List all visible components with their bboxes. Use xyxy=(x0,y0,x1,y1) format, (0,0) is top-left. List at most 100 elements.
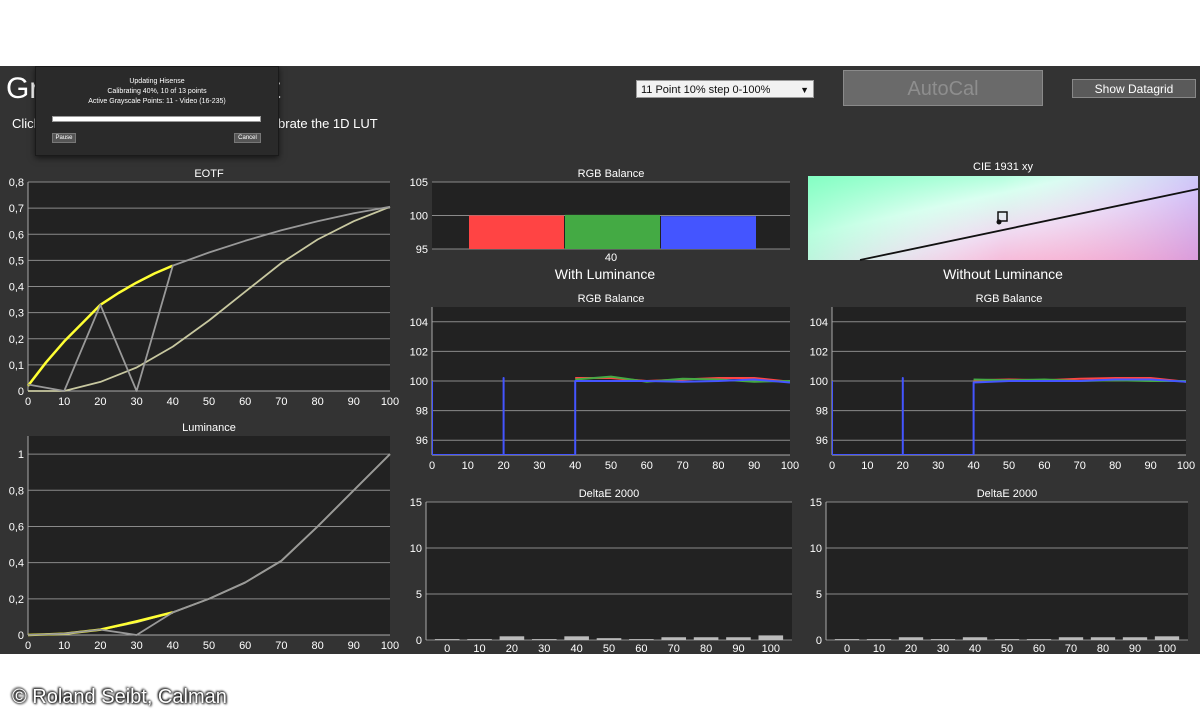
deltae-with-x-tick-label: 10 xyxy=(473,643,485,655)
rgb-balance-r-bar xyxy=(469,215,564,249)
deltae-without-bar xyxy=(1026,639,1052,640)
deltae-without-x-tick-label: 60 xyxy=(1033,643,1045,655)
rgb-balance-top-y-tick-label: 105 xyxy=(410,177,428,189)
deltae-without-x-tick-label: 30 xyxy=(937,643,949,655)
deltae-with-y-tick-label: 10 xyxy=(410,543,422,555)
rgb-without-x-tick-label: 80 xyxy=(1109,460,1121,472)
deltae-with-y-tick-label: 0 xyxy=(416,635,422,647)
eotf-y-tick-label: 0,4 xyxy=(9,282,24,294)
deltae-with-bar xyxy=(629,639,654,640)
rgb-without-y-tick-label: 96 xyxy=(816,435,828,447)
deltae-without-bar xyxy=(1154,636,1180,640)
deltae-with-plot-area xyxy=(426,502,792,640)
luminance-x-tick-label: 100 xyxy=(381,640,399,652)
with-luminance-label: With Luminance xyxy=(555,266,656,282)
deltae-without-y-tick-label: 10 xyxy=(810,543,822,555)
eotf-x-tick-label: 90 xyxy=(348,396,360,408)
deltae-without-bar xyxy=(930,639,956,640)
rgb-with-x-tick-label: 70 xyxy=(676,460,688,472)
rgb-without-y-tick-label: 98 xyxy=(816,406,828,418)
deltae-without-x-tick-label: 10 xyxy=(873,643,885,655)
eotf-x-tick-label: 80 xyxy=(311,396,323,408)
luminance-plot-area xyxy=(28,436,390,635)
luminance-y-tick-label: 0,8 xyxy=(9,485,24,497)
deltae-without-x-tick-label: 70 xyxy=(1065,643,1077,655)
deltae-without-y-tick-label: 0 xyxy=(816,635,822,647)
charts-canvas: EOTF00,10,20,30,40,50,60,70,80 10 20 30 40 50… xyxy=(9,161,1199,655)
deltae-with-x-tick-label: 60 xyxy=(635,643,647,655)
rgb-with-x-tick-label: 0 xyxy=(429,460,435,472)
eotf-x-tick-label: 60 xyxy=(239,396,251,408)
deltae-with-bar xyxy=(434,639,460,640)
cie-plot-overlay xyxy=(808,176,1198,260)
deltae-with-x-tick-label: 80 xyxy=(700,643,712,655)
eotf-y-tick-label: 0,1 xyxy=(9,360,24,372)
rgb-without-x-tick-label: 90 xyxy=(1144,460,1156,472)
luminance-x-tick-label: 10 xyxy=(58,640,70,652)
rgb-with-x-tick-label: 50 xyxy=(605,460,617,472)
rgb-without-y-tick-label: 104 xyxy=(810,317,828,329)
rgb-without-x-tick-label: 20 xyxy=(897,460,909,472)
eotf-x-tick-label: 70 xyxy=(275,396,287,408)
deltae-with-x-tick-label: 20 xyxy=(506,643,518,655)
deltae-without-x-tick-label: 100 xyxy=(1158,643,1176,655)
rgb-balance-top-title: RGB Balance xyxy=(578,168,645,180)
rgb-without-title: RGB Balance xyxy=(976,293,1043,305)
rgb-without-x-tick-label: 70 xyxy=(1074,460,1086,472)
rgb-with-x-tick-label: 20 xyxy=(497,460,509,472)
eotf-y-tick-label: 0,8 xyxy=(9,177,24,189)
rgb-with-y-tick-label: 100 xyxy=(410,376,428,388)
eotf-x-tick-label: 20 xyxy=(94,396,106,408)
rgb-with-x-tick-label: 30 xyxy=(533,460,545,472)
rgb-without-x-tick-label: 50 xyxy=(1003,460,1015,472)
deltae-with-bar xyxy=(726,637,751,640)
luminance-x-tick-label: 50 xyxy=(203,640,215,652)
deltae-without-x-tick-label: 50 xyxy=(1001,643,1013,655)
deltae-without-bar xyxy=(1058,637,1084,640)
rgb-with-x-tick-label: 40 xyxy=(569,460,581,472)
eotf-x-tick-label: 10 xyxy=(58,396,70,408)
cie-title: CIE 1931 xy xyxy=(973,161,1033,173)
deltae-with-x-tick-label: 70 xyxy=(668,643,680,655)
deltae-without-x-tick-label: 80 xyxy=(1097,643,1109,655)
deltae-without-bar xyxy=(1090,637,1116,640)
eotf-x-tick-label: 100 xyxy=(381,396,399,408)
luminance-y-tick-label: 1 xyxy=(18,449,24,461)
deltae-with-bar xyxy=(596,638,622,640)
luminance-x-tick-label: 70 xyxy=(275,640,287,652)
deltae-with-bar xyxy=(564,636,589,640)
rgb-with-x-tick-label: 60 xyxy=(641,460,653,472)
rgb-with-x-tick-label: 80 xyxy=(712,460,724,472)
rgb-with-y-tick-label: 98 xyxy=(416,406,428,418)
deltae-with-x-tick-label: 50 xyxy=(603,643,615,655)
luminance-x-tick-label: 80 xyxy=(311,640,323,652)
rgb-balance-top-x-tick-label: 40 xyxy=(605,252,617,264)
luminance-y-tick-label: 0,4 xyxy=(9,558,24,570)
eotf-x-tick-label: 30 xyxy=(130,396,142,408)
deltae-without-bar xyxy=(1122,637,1148,640)
luminance-x-tick-label: 30 xyxy=(130,640,142,652)
deltae-with-x-tick-label: 30 xyxy=(538,643,550,655)
rgb-without-x-tick-label: 60 xyxy=(1038,460,1050,472)
copyright-credit: © Roland Seibt, Calman xyxy=(12,686,227,708)
deltae-without-y-tick-label: 5 xyxy=(816,589,822,601)
eotf-title: EOTF xyxy=(194,168,224,180)
rgb-with-y-tick-label: 104 xyxy=(410,317,428,329)
eotf-y-tick-label: 0,7 xyxy=(9,203,24,215)
deltae-with-bar xyxy=(758,635,784,640)
eotf-y-tick-label: 0,6 xyxy=(9,229,24,241)
rgb-without-y-tick-label: 100 xyxy=(810,376,828,388)
eotf-x-tick-label: 0 xyxy=(25,396,31,408)
eotf-x-tick-label: 50 xyxy=(203,396,215,408)
eotf-x-tick-label: 40 xyxy=(167,396,179,408)
cie-measured-point xyxy=(996,219,1002,225)
deltae-without-bar xyxy=(898,637,924,640)
rgb-balance-b-bar xyxy=(661,216,756,249)
luminance-x-tick-label: 60 xyxy=(239,640,251,652)
rgb-with-y-tick-label: 102 xyxy=(410,346,428,358)
rgb-with-x-tick-label: 90 xyxy=(748,460,760,472)
rgb-with-x-tick-label: 100 xyxy=(781,460,799,472)
without-luminance-label: Without Luminance xyxy=(943,266,1063,282)
luminance-x-tick-label: 20 xyxy=(94,640,106,652)
rgb-without-x-tick-label: 30 xyxy=(932,460,944,472)
